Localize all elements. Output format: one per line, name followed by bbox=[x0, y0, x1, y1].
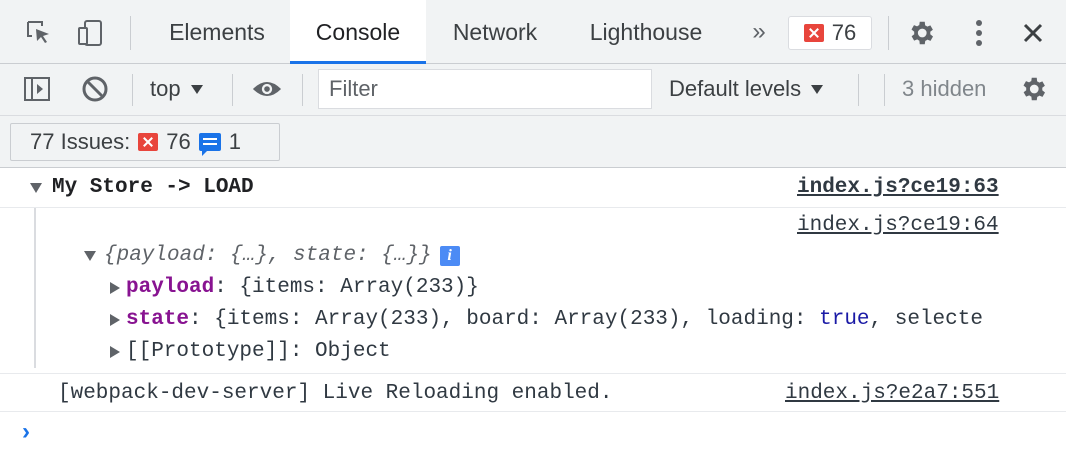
hidden-messages-count: 3 hidden bbox=[902, 76, 987, 101]
more-options-icon[interactable] bbox=[964, 18, 994, 48]
info-message-icon bbox=[198, 133, 221, 156]
console-group-body: index.js?ce19:64 {payload: {…}, state: {… bbox=[0, 208, 1066, 374]
chevron-down-icon bbox=[811, 84, 824, 94]
toolbar-divider bbox=[858, 74, 859, 106]
property-value-rest: , selecte bbox=[869, 308, 983, 331]
property-value-keyword: true bbox=[819, 308, 870, 331]
console-log-message: [webpack-dev-server] Live Reloading enab… bbox=[0, 374, 1066, 412]
expand-triangle-icon[interactable] bbox=[110, 281, 120, 294]
group-title: My Store -> LOAD bbox=[52, 176, 254, 199]
context-selector[interactable]: top bbox=[150, 74, 203, 104]
device-toolbar-icon[interactable] bbox=[76, 18, 106, 48]
expand-triangle-icon[interactable] bbox=[110, 313, 120, 326]
object-summary[interactable]: {payload: {…}, state: {…}} i bbox=[84, 244, 460, 267]
console-toolbar: top Default levels 3 hidden bbox=[0, 64, 1066, 116]
console-group-header[interactable]: My Store -> LOAD index.js?ce19:63 bbox=[0, 168, 1066, 208]
issues-button[interactable]: 77 Issues: 76 1 bbox=[10, 123, 280, 161]
error-icon bbox=[138, 133, 159, 151]
clear-console-icon[interactable] bbox=[80, 74, 110, 104]
object-property[interactable]: payload: {items: Array(233)} bbox=[110, 276, 479, 299]
source-link[interactable]: index.js?ce19:63 bbox=[797, 176, 999, 199]
close-devtools-icon[interactable] bbox=[1018, 18, 1048, 48]
info-badge-icon[interactable]: i bbox=[439, 245, 460, 266]
settings-gear-icon[interactable] bbox=[906, 18, 936, 48]
issues-info-count: 1 bbox=[228, 129, 242, 154]
group-indent-bar bbox=[34, 208, 36, 368]
chevron-down-icon bbox=[190, 84, 203, 94]
error-count-badge[interactable]: 76 bbox=[788, 16, 872, 50]
toolbar-divider bbox=[232, 74, 233, 106]
issues-bar: 77 Issues: 76 1 bbox=[0, 116, 1066, 168]
sidebar-toggle-icon[interactable] bbox=[22, 74, 52, 104]
toolbar-divider bbox=[888, 16, 889, 50]
tab-console[interactable]: Console bbox=[290, 0, 426, 64]
toolbar-divider bbox=[884, 74, 885, 106]
group-title-wrap: My Store -> LOAD bbox=[30, 176, 254, 199]
issues-label: 77 Issues: bbox=[30, 129, 131, 154]
tab-lighthouse[interactable]: Lighthouse bbox=[572, 0, 720, 64]
expand-triangle-icon[interactable] bbox=[84, 250, 96, 261]
property-value: : Object bbox=[289, 340, 391, 363]
object-preview: {payload: {…}, state: {…}} bbox=[104, 244, 432, 267]
tab-elements[interactable]: Elements bbox=[146, 0, 288, 64]
tab-network[interactable]: Network bbox=[430, 0, 560, 64]
property-key: [[Prototype]] bbox=[126, 340, 290, 363]
property-key: state bbox=[126, 308, 190, 331]
toolbar-divider bbox=[132, 74, 133, 106]
object-property[interactable]: state: {items: Array(233), board: Array(… bbox=[110, 308, 1022, 331]
live-expression-eye-icon[interactable] bbox=[252, 74, 282, 104]
log-text: [webpack-dev-server] Live Reloading enab… bbox=[58, 382, 613, 405]
source-link[interactable]: index.js?e2a7:551 bbox=[785, 382, 999, 405]
inspect-element-icon[interactable] bbox=[24, 18, 54, 48]
devtools-tab-bar: Elements Console Network Lighthouse » 76 bbox=[0, 0, 1066, 64]
issues-error-count: 76 bbox=[166, 129, 191, 154]
object-property[interactable]: [[Prototype]]: Object bbox=[110, 340, 391, 363]
console-prompt-icon[interactable]: › bbox=[22, 418, 30, 446]
expand-triangle-icon[interactable] bbox=[30, 182, 42, 193]
console-settings-gear-icon[interactable] bbox=[1018, 74, 1048, 104]
property-value: : {items: Array(233), board: Array(233),… bbox=[189, 308, 820, 331]
toolbar-divider bbox=[302, 74, 303, 106]
context-label: top bbox=[150, 76, 181, 101]
expand-triangle-icon[interactable] bbox=[110, 345, 120, 358]
log-levels-label: Default levels bbox=[669, 76, 802, 101]
source-link[interactable]: index.js?ce19:64 bbox=[797, 214, 999, 237]
error-count: 76 bbox=[831, 20, 857, 45]
error-icon bbox=[803, 24, 824, 42]
property-key: payload bbox=[126, 276, 215, 299]
filter-input[interactable] bbox=[318, 69, 652, 109]
property-value: : {items: Array(233)} bbox=[214, 276, 479, 299]
toolbar-divider bbox=[130, 16, 131, 50]
log-levels-dropdown[interactable]: Default levels bbox=[669, 74, 824, 104]
more-tabs-button[interactable]: » bbox=[744, 18, 774, 46]
